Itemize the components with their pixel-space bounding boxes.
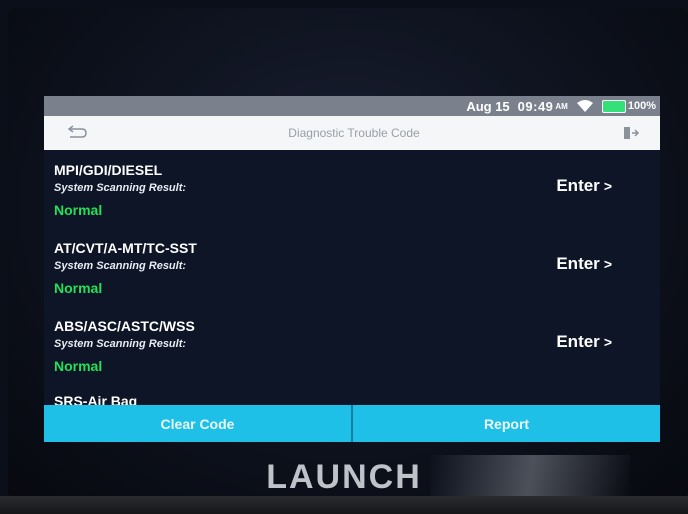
system-scan-label: System Scanning Result: [54, 260, 187, 272]
chevron-right-icon: > [603, 178, 612, 194]
enter-button[interactable]: Enter > [556, 254, 612, 274]
system-name: AT/CVT/A-MT/TC-SST [54, 240, 197, 256]
chevron-right-icon: > [603, 256, 612, 272]
action-bar: Clear Code Report [44, 405, 660, 442]
status-date: Aug 15 [466, 98, 510, 114]
battery-icon [601, 99, 626, 113]
system-name: ABS/ASC/ASTC/WSS [54, 318, 195, 334]
nav-bar: Diagnostic Trouble Code [44, 116, 660, 150]
enter-button[interactable]: Enter > [556, 332, 612, 352]
device-edge [0, 496, 688, 514]
chevron-right-icon: > [603, 334, 612, 350]
system-list: MPI/GDI/DIESEL System Scanning Result: N… [44, 150, 660, 384]
system-item-abs: ABS/ASC/ASTC/WSS System Scanning Result:… [54, 306, 660, 384]
back-icon[interactable] [66, 125, 88, 141]
wifi-icon [576, 100, 593, 112]
system-name: MPI/GDI/DIESEL [54, 162, 163, 178]
battery-indicator: 100% [601, 99, 656, 113]
report-button[interactable]: Report [353, 405, 660, 442]
system-item-mpi: MPI/GDI/DIESEL System Scanning Result: N… [54, 150, 660, 228]
system-scan-label: System Scanning Result: [54, 338, 187, 350]
enter-label: Enter [556, 332, 600, 351]
page-title: Diagnostic Trouble Code [288, 126, 420, 140]
system-item-at: AT/CVT/A-MT/TC-SST System Scanning Resul… [54, 228, 660, 306]
status-time: 09:49 [517, 98, 554, 114]
clear-code-button[interactable]: Clear Code [44, 405, 351, 442]
photo-glare [430, 455, 630, 500]
enter-label: Enter [556, 176, 600, 195]
device-screen: Aug 15 09:49 AM 100% Diagnostic Trouble … [44, 96, 660, 442]
status-bar: Aug 15 09:49 AM 100% [44, 96, 660, 116]
enter-button[interactable]: Enter > [556, 176, 612, 196]
exit-icon[interactable] [620, 125, 642, 141]
battery-level: 100% [627, 100, 656, 112]
system-status: Normal [54, 280, 103, 296]
system-status: Normal [54, 202, 103, 218]
system-status: Normal [54, 358, 103, 374]
system-scan-label: System Scanning Result: [54, 182, 187, 194]
enter-label: Enter [556, 254, 600, 273]
status-ampm: AM [555, 101, 568, 111]
